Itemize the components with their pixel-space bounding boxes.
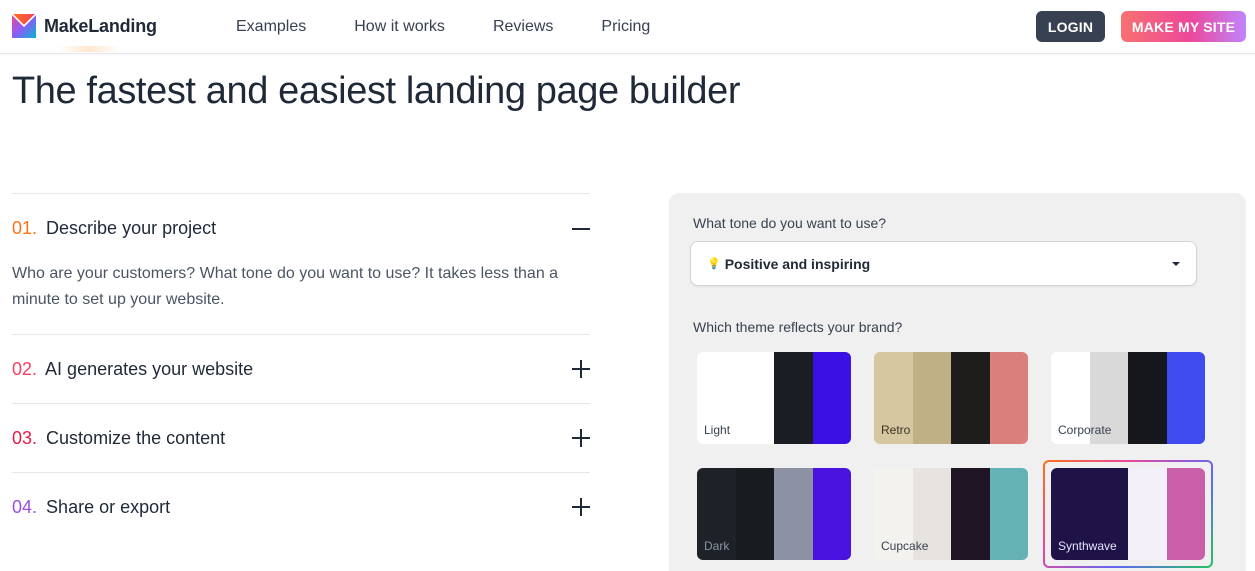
step-number-2: 02. [12, 358, 38, 379]
tone-select[interactable]: 💡 Positive and inspiring [690, 241, 1197, 286]
expand-plus-icon[interactable] [572, 429, 590, 447]
step-title-text-1: Describe your project [46, 218, 217, 238]
nav-link-how-it-works[interactable]: How it works [354, 18, 445, 36]
step-title-4: 04. Share or export [12, 497, 170, 518]
step-description-1: Who are your customers? What tone do you… [12, 265, 559, 308]
theme-name-corporate: Corporate [1058, 423, 1112, 437]
step-header-1[interactable]: 01. Describe your project [12, 194, 590, 263]
step-title-text-4: Share or export [46, 496, 171, 517]
step-title-3: 03. Customize the content [12, 428, 225, 449]
step-item-3: 03. Customize the content [12, 403, 590, 472]
step-number-3: 03. [12, 427, 38, 448]
step-title-text-3: Customize the content [46, 427, 226, 448]
theme-name-cupcake: Cupcake [881, 539, 929, 553]
nav-link-reviews[interactable]: Reviews [493, 18, 553, 36]
step-item-4: 04. Share or export [12, 472, 590, 541]
nav-link-examples[interactable]: Examples [236, 18, 306, 36]
theme-card-synthwave[interactable]: Synthwave [1051, 468, 1205, 560]
theme-name-light: Light [704, 423, 731, 437]
theme-card-corporate[interactable]: Corporate [1051, 352, 1205, 444]
theme-card-light[interactable]: Light [697, 352, 851, 444]
step-header-3[interactable]: 03. Customize the content [12, 404, 590, 472]
expand-plus-icon[interactable] [572, 360, 590, 378]
step-item-2: 02. AI generates your website [12, 334, 590, 403]
theme-card-cupcake[interactable]: Cupcake [874, 468, 1028, 560]
page-title: The fastest and easiest landing page bui… [12, 70, 741, 112]
tone-label: What tone do you want to use? [693, 215, 887, 231]
makelanding-logo-icon [12, 14, 36, 38]
theme-name-dark: Dark [704, 539, 730, 553]
step-number-1: 01. [12, 218, 38, 238]
theme-card-retro[interactable]: Retro [874, 352, 1028, 444]
make-my-site-button[interactable]: MAKE MY SITE [1121, 11, 1246, 42]
main-nav: Examples How it works Reviews Pricing [236, 0, 698, 54]
onboarding-preview-panel: What tone do you want to use? 💡 Positive… [669, 193, 1246, 571]
theme-name-synthwave: Synthwave [1058, 539, 1117, 553]
step-header-2[interactable]: 02. AI generates your website [12, 335, 590, 403]
theme-card-dark[interactable]: Dark [697, 468, 851, 560]
expand-plus-icon[interactable] [572, 498, 590, 516]
steps-accordion: 01. Describe your project Who are your c… [12, 193, 590, 541]
caret-down-icon [1172, 262, 1180, 266]
lightbulb-icon: 💡 [707, 258, 721, 270]
brand-name: MakeLanding [44, 15, 157, 36]
step-header-4[interactable]: 04. Share or export [12, 473, 590, 541]
top-navbar: MakeLanding Examples How it works Review… [0, 0, 1255, 54]
brand-logo[interactable]: MakeLanding [12, 14, 157, 38]
login-button[interactable]: LOGIN [1036, 11, 1105, 42]
nav-link-pricing[interactable]: Pricing [601, 18, 650, 36]
brand-underline-decoration [58, 46, 120, 52]
step-title-2: 02. AI generates your website [12, 359, 253, 380]
step-item-1: 01. Describe your project Who are your c… [12, 193, 590, 334]
theme-name-retro: Retro [881, 423, 911, 437]
step-title-1: 01. Describe your project [12, 218, 216, 239]
step-title-text-2: AI generates your website [45, 358, 254, 379]
tone-select-value: Positive and inspiring [724, 255, 871, 272]
theme-label: Which theme reflects your brand? [693, 319, 903, 335]
step-number-4: 04. [12, 496, 38, 517]
collapse-minus-icon[interactable] [572, 220, 590, 238]
